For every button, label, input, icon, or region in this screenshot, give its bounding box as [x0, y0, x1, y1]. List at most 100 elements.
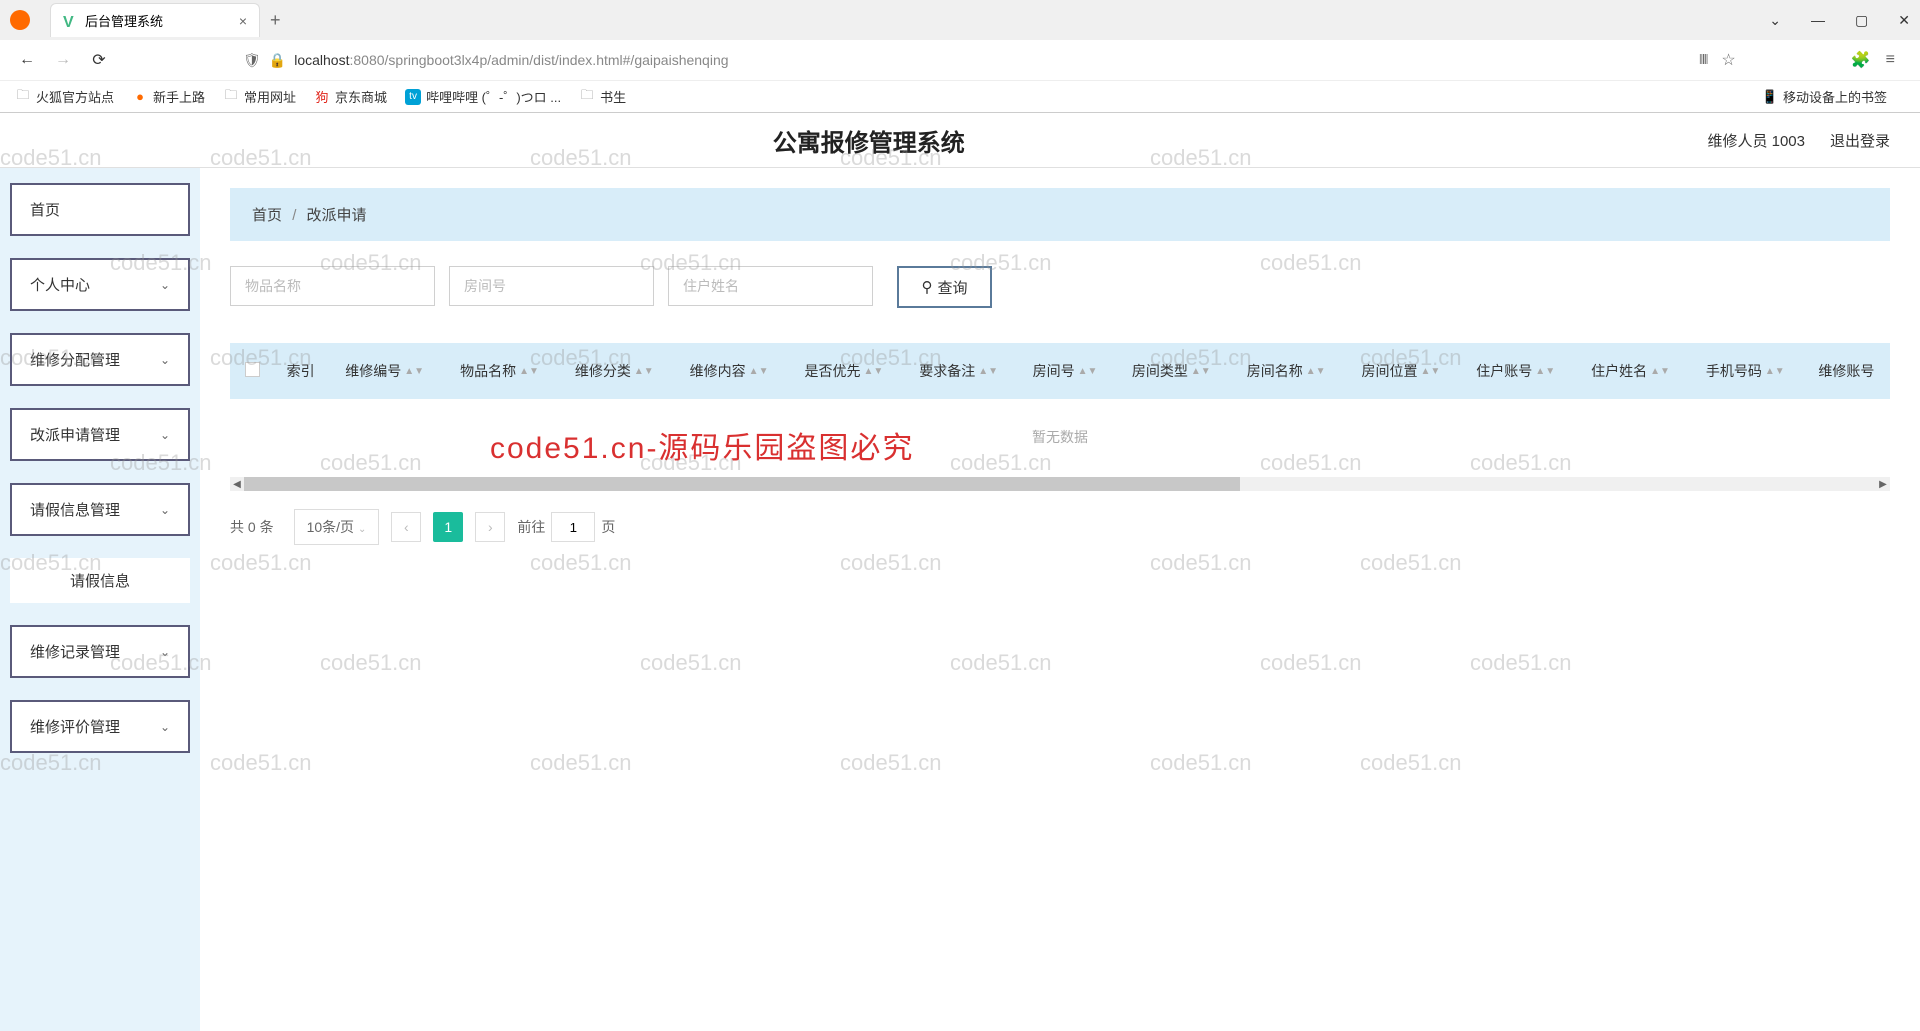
- bookmark-star-icon[interactable]: ☆: [1721, 50, 1735, 70]
- sidebar-item-repair-review[interactable]: 维修评价管理 ⌄: [10, 700, 190, 753]
- col-resident-name[interactable]: 住户姓名▲▼: [1573, 343, 1688, 399]
- page-number-current[interactable]: 1: [433, 512, 463, 542]
- sidebar-item-reassign-request[interactable]: 改派申请管理 ⌄: [10, 408, 190, 461]
- window-minimize-icon[interactable]: —: [1811, 12, 1825, 29]
- chevron-down-icon: ⌄: [358, 524, 366, 535]
- sort-icon[interactable]: ▲▼: [978, 369, 998, 375]
- sidebar-label: 维修评价管理: [30, 716, 120, 737]
- sort-icon[interactable]: ▲▼: [1191, 369, 1211, 375]
- sort-icon[interactable]: ▲▼: [519, 369, 539, 375]
- new-tab-button[interactable]: +: [270, 10, 281, 31]
- col-phone[interactable]: 手机号码▲▼: [1688, 343, 1803, 399]
- sort-icon[interactable]: ▲▼: [863, 369, 883, 375]
- prev-page-button[interactable]: ‹: [391, 512, 421, 542]
- app-title: 公寓报修管理系统: [30, 123, 1707, 158]
- col-repair-content[interactable]: 维修内容▲▼: [672, 343, 787, 399]
- search-button-label: 查询: [937, 277, 967, 298]
- search-button[interactable]: ⚲ 查询: [897, 266, 992, 308]
- col-repair-type[interactable]: 维修分类▲▼: [557, 343, 672, 399]
- sort-icon[interactable]: ▲▼: [634, 369, 654, 375]
- resident-name-input[interactable]: [668, 266, 873, 306]
- chevron-down-icon: ⌄: [160, 720, 170, 734]
- sort-icon[interactable]: ▲▼: [749, 369, 769, 375]
- chevron-down-icon: ⌄: [160, 428, 170, 442]
- page-total: 共 0 条: [230, 517, 274, 537]
- sort-icon[interactable]: ▲▼: [404, 369, 424, 375]
- logout-button[interactable]: 退出登录: [1830, 130, 1890, 151]
- browser-tab[interactable]: V 后台管理系统 ×: [50, 3, 260, 37]
- bookmark-common-sites[interactable]: 🗀常用网址: [223, 87, 296, 106]
- chevron-down-icon: ⌄: [160, 503, 170, 517]
- user-info[interactable]: 维修人员 1003: [1707, 130, 1805, 151]
- sidebar-item-repair-record[interactable]: 维修记录管理⌄: [10, 625, 190, 678]
- col-priority[interactable]: 是否优先▲▼: [786, 343, 901, 399]
- window-close-icon[interactable]: ✕: [1898, 12, 1910, 29]
- breadcrumb-sep: /: [292, 207, 296, 224]
- mobile-icon: 📱: [1762, 89, 1778, 105]
- sidebar-label: 维修分配管理: [30, 349, 120, 370]
- sort-icon[interactable]: ▲▼: [1535, 369, 1555, 375]
- col-index[interactable]: 索引: [274, 343, 327, 399]
- sort-icon[interactable]: ▲▼: [1078, 369, 1098, 375]
- sort-icon[interactable]: ▲▼: [1306, 369, 1326, 375]
- scroll-left-icon[interactable]: ◀: [230, 479, 244, 490]
- col-repair-no[interactable]: 维修编号▲▼: [327, 343, 442, 399]
- close-icon[interactable]: ×: [239, 13, 247, 29]
- page-jump-input[interactable]: [551, 512, 595, 542]
- firefox-icon: [10, 10, 30, 30]
- bookmark-getting-started[interactable]: ●新手上路: [132, 87, 205, 106]
- sidebar-item-home[interactable]: 首页: [10, 183, 190, 236]
- col-resident-account[interactable]: 住户账号▲▼: [1458, 343, 1573, 399]
- scroll-thumb[interactable]: [244, 477, 1240, 491]
- item-name-input[interactable]: [230, 266, 435, 306]
- bookmark-bilibili[interactable]: tv哔哩哔哩 (゜-゜)つロ ...: [405, 87, 561, 106]
- forward-button[interactable]: →: [51, 51, 75, 69]
- sort-icon[interactable]: ▲▼: [1650, 369, 1670, 375]
- col-room-type[interactable]: 房间类型▲▼: [1114, 343, 1229, 399]
- extension-icon[interactable]: 🧩: [1851, 50, 1871, 70]
- reload-button[interactable]: ⟳: [87, 50, 111, 70]
- bookmark-jd[interactable]: 狗京东商城: [314, 87, 387, 106]
- window-maximize-icon[interactable]: ▢: [1855, 12, 1868, 29]
- select-all-cell[interactable]: [230, 343, 274, 399]
- window-dropdown-icon[interactable]: ⌄: [1769, 12, 1781, 29]
- reader-icon[interactable]: ⦀⦀: [1699, 53, 1706, 68]
- menu-icon[interactable]: ≡: [1886, 51, 1895, 69]
- scroll-right-icon[interactable]: ▶: [1876, 479, 1890, 490]
- col-room-location[interactable]: 房间位置▲▼: [1344, 343, 1459, 399]
- pagination: 共 0 条 10条/页 ⌄ ‹ 1 › 前往 页: [230, 509, 1890, 545]
- room-number-input[interactable]: [449, 266, 654, 306]
- sidebar-label: 改派申请管理: [30, 424, 120, 445]
- col-repair-account[interactable]: 维修账号: [1803, 343, 1890, 399]
- sort-icon[interactable]: ▲▼: [1421, 369, 1441, 375]
- sidebar-item-leave-manage[interactable]: 请假信息管理⌄: [10, 483, 190, 536]
- sidebar-item-personal[interactable]: 个人中心⌄: [10, 258, 190, 311]
- next-page-button[interactable]: ›: [475, 512, 505, 542]
- url-bar[interactable]: 🛡 🔒 localhost:8080/springboot3lx4p/admin…: [243, 52, 1699, 69]
- search-row: ⚲ 查询: [230, 266, 1890, 308]
- main-content: 首页 / 改派申请 ⚲ 查询 索引: [200, 168, 1920, 1031]
- sidebar-item-repair-assign[interactable]: 维修分配管理⌄: [10, 333, 190, 386]
- col-room-no[interactable]: 房间号▲▼: [1016, 343, 1114, 399]
- page-size-select[interactable]: 10条/页 ⌄: [294, 509, 380, 545]
- page-jump: 前往 页: [517, 512, 615, 542]
- tab-title: 后台管理系统: [85, 11, 239, 30]
- empty-text: 暂无数据: [230, 399, 1890, 475]
- jump-label-pre: 前往: [517, 517, 545, 537]
- col-item-name[interactable]: 物品名称▲▼: [442, 343, 557, 399]
- bookmark-shusheng[interactable]: 🗀书生: [579, 87, 626, 106]
- horizontal-scrollbar[interactable]: ◀ ▶: [230, 477, 1890, 491]
- col-room-name[interactable]: 房间名称▲▼: [1229, 343, 1344, 399]
- bookmark-firefox-official[interactable]: 🗀火狐官方站点: [15, 87, 114, 106]
- bookmarks-bar: 🗀火狐官方站点 ●新手上路 🗀常用网址 狗京东商城 tv哔哩哔哩 (゜-゜)つロ…: [0, 80, 1920, 112]
- bookmark-mobile[interactable]: 📱移动设备上的书签: [1762, 87, 1887, 106]
- vue-icon: V: [63, 14, 77, 28]
- back-button[interactable]: ←: [15, 51, 39, 69]
- sidebar-item-leave-info[interactable]: 请假信息: [10, 558, 190, 603]
- sort-icon[interactable]: ▲▼: [1765, 369, 1785, 375]
- checkbox-icon[interactable]: [245, 362, 260, 377]
- folder-icon: 🗀: [579, 89, 595, 105]
- breadcrumb-home[interactable]: 首页: [252, 207, 282, 224]
- sidebar-label: 维修记录管理: [30, 641, 120, 662]
- col-remark[interactable]: 要求备注▲▼: [901, 343, 1016, 399]
